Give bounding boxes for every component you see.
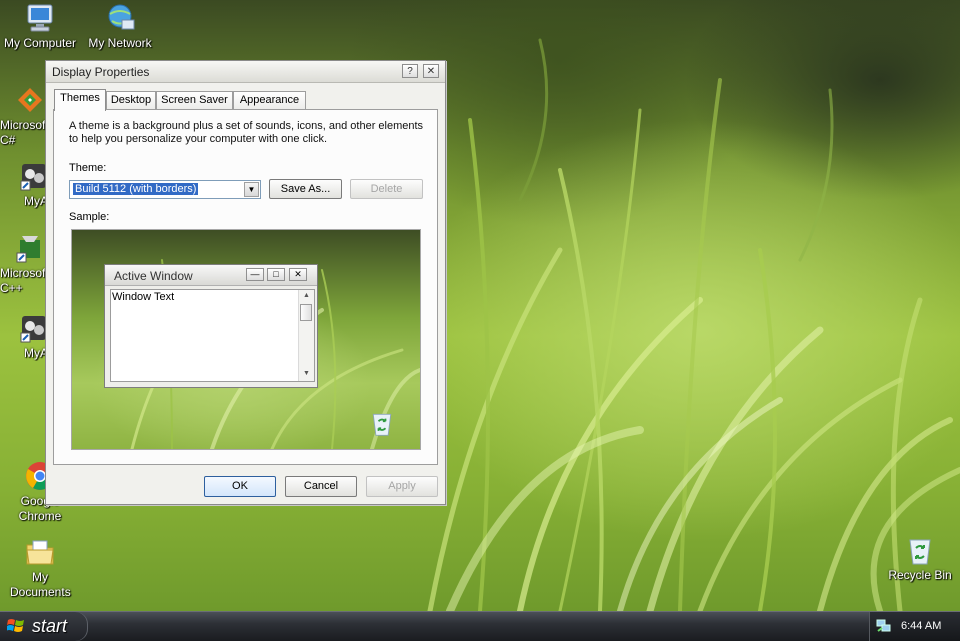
- chevron-down-icon[interactable]: ▼: [244, 182, 259, 197]
- taskbar: start 6:44 AM: [0, 611, 960, 641]
- theme-sample-preview: Active Window — □ ✕ Window Text ▲ ▼: [71, 229, 421, 450]
- tab-themes[interactable]: Themes: [54, 89, 106, 111]
- display-properties-dialog: Display Properties ? ✕ Themes Desktop Sc…: [45, 60, 446, 505]
- desktop-icon-my-computer[interactable]: My Computer: [0, 2, 80, 51]
- start-button[interactable]: start: [0, 612, 88, 641]
- computer-icon: [27, 4, 53, 32]
- delete-button[interactable]: Delete: [350, 179, 423, 199]
- sample-active-window: Active Window — □ ✕ Window Text ▲ ▼: [104, 264, 318, 388]
- close-icon: ✕: [289, 268, 307, 281]
- windows-flag-icon: [7, 619, 24, 632]
- sample-window-titlebar: Active Window — □ ✕: [105, 265, 317, 286]
- desktop-icon-label: Recycle Bin: [888, 568, 952, 582]
- documents-folder-icon: [26, 540, 54, 565]
- save-as-button[interactable]: Save As...: [269, 179, 342, 199]
- sample-window-client: Window Text ▲ ▼: [110, 289, 315, 382]
- dialog-titlebar[interactable]: Display Properties ? ✕: [46, 61, 445, 83]
- network-icon: [108, 4, 135, 30]
- sample-window-title: Active Window: [114, 269, 193, 283]
- scroll-up-icon: ▲: [303, 292, 310, 299]
- tab-desktop[interactable]: Desktop: [106, 91, 156, 109]
- recycle-bin-icon: [372, 413, 392, 436]
- start-label: start: [32, 616, 68, 636]
- system-tray: 6:44 AM: [869, 612, 960, 641]
- sample-scrollbar: ▲ ▼: [298, 290, 314, 381]
- themes-panel: A theme is a background plus a set of so…: [53, 109, 438, 465]
- dialog-title: Display Properties: [52, 65, 150, 79]
- maximize-icon: □: [267, 268, 285, 281]
- scroll-down-icon: ▼: [303, 370, 310, 377]
- visual-studio-icon: [16, 236, 40, 263]
- themes-description: A theme is a background plus a set of so…: [69, 120, 424, 145]
- minimize-icon: —: [246, 268, 264, 281]
- sample-window-text: Window Text: [112, 291, 175, 303]
- desktop-icon-recycle-bin[interactable]: Recycle Bin: [880, 534, 960, 583]
- theme-select[interactable]: Build 5112 (with borders) ▼: [69, 180, 261, 199]
- sample-label: Sample:: [69, 211, 110, 223]
- desktop-icon-label: My Network Places: [88, 36, 152, 50]
- scroll-thumb: [300, 304, 312, 321]
- tab-appearance[interactable]: Appearance: [233, 91, 306, 109]
- ok-button[interactable]: OK: [204, 476, 276, 497]
- desktop-icon-my-documents[interactable]: My Documents: [0, 536, 80, 600]
- apply-button[interactable]: Apply: [366, 476, 438, 497]
- close-button[interactable]: ✕: [423, 64, 439, 78]
- tab-screen-saver[interactable]: Screen Saver: [156, 91, 233, 109]
- cancel-button[interactable]: Cancel: [285, 476, 357, 497]
- help-button[interactable]: ?: [402, 64, 418, 78]
- theme-select-value: Build 5112 (with borders): [73, 183, 199, 195]
- desktop-icon-label: My Computer: [3, 36, 77, 50]
- theme-label: Theme:: [69, 162, 107, 174]
- desktop-icon-label: My Documents: [10, 570, 71, 599]
- visual-studio-icon: [18, 88, 42, 112]
- desktop-icon-my-network-places[interactable]: My Network Places: [80, 2, 160, 51]
- clock[interactable]: 6:44 AM: [901, 612, 941, 641]
- recycle-bin-icon: [909, 539, 931, 565]
- network-status-icon[interactable]: [876, 619, 892, 633]
